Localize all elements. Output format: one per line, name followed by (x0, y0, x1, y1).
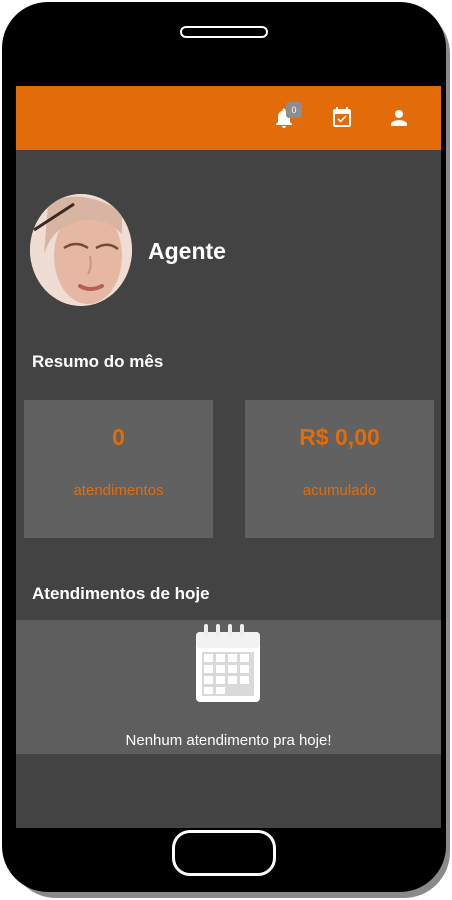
top-app-bar: 0 (16, 86, 441, 150)
appointments-count: 0 (112, 424, 125, 450)
appointments-card: 0 atendimentos (24, 400, 213, 538)
accumulated-card: R$ 0,00 acumulado (245, 400, 434, 538)
agent-name: Agente (148, 238, 226, 264)
user-icon[interactable] (387, 106, 411, 130)
empty-state-message: Nenhum atendimento pra hoje! (125, 732, 332, 749)
home-button[interactable] (172, 830, 276, 876)
phone-speaker (180, 26, 268, 38)
appointments-label: atendimentos (73, 482, 164, 499)
today-appointments-panel: Nenhum atendimento pra hoje! (16, 620, 441, 754)
avatar (30, 194, 132, 306)
accumulated-label: acumulado (302, 482, 377, 499)
calendar-check-icon[interactable] (330, 106, 354, 130)
calendar-icon (194, 622, 262, 706)
today-title: Atendimentos de hoje (32, 584, 210, 603)
phone-frame: 0 Agente Resumo do mês 0 atendimentos R$… (2, 2, 446, 892)
notification-badge: 0 (286, 102, 302, 118)
app-screen: 0 Agente Resumo do mês 0 atendimentos R$… (16, 86, 441, 828)
accumulated-value: R$ 0,00 (299, 424, 380, 450)
summary-title: Resumo do mês (32, 352, 164, 371)
